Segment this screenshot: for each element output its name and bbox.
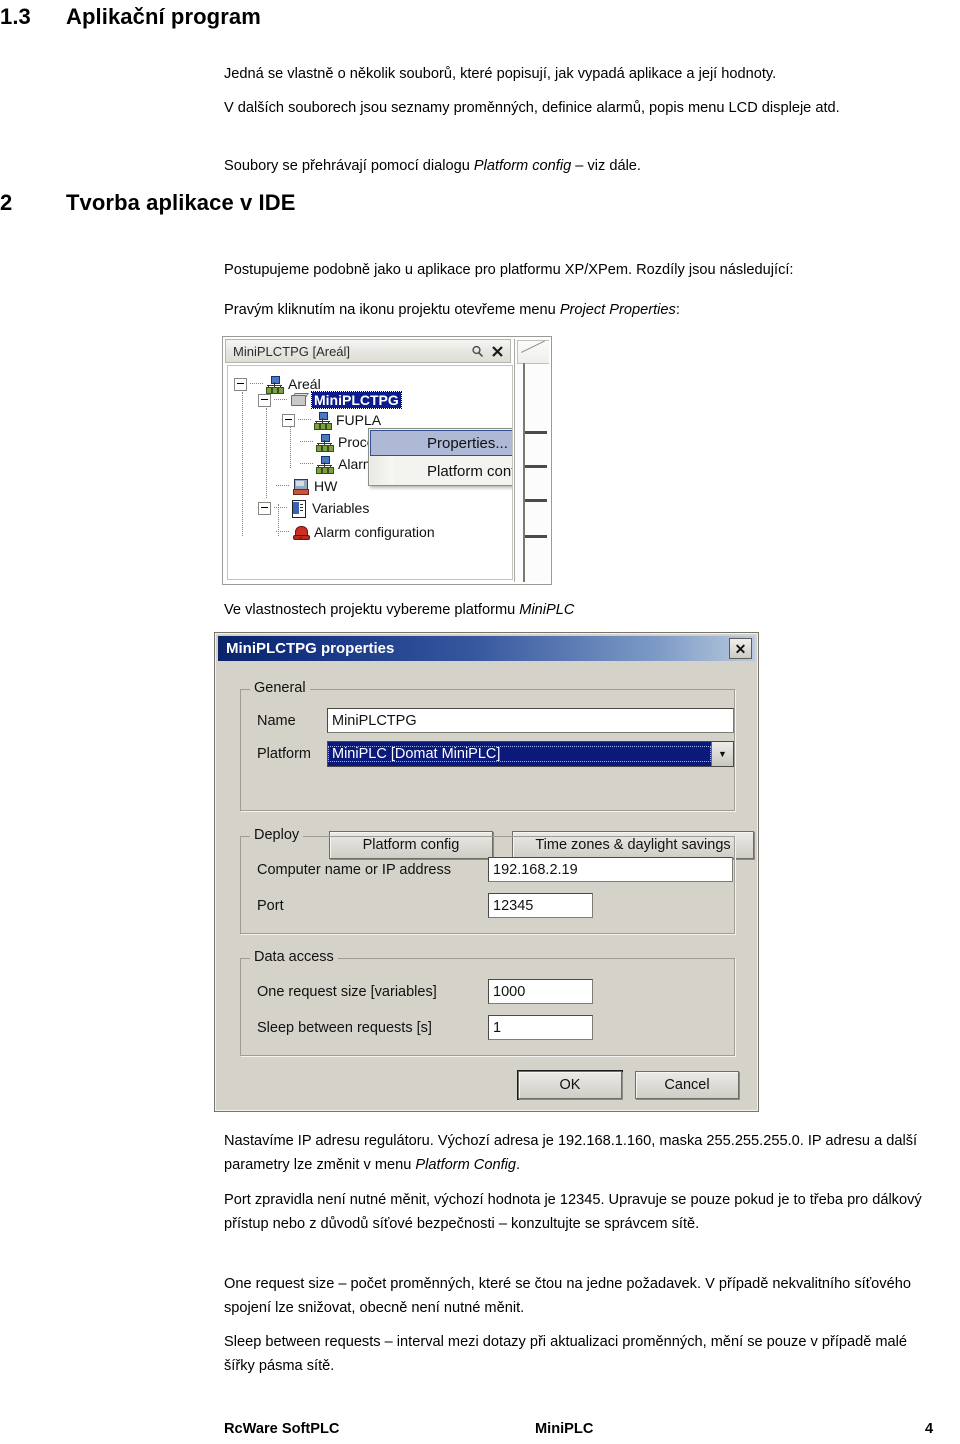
- context-menu-item-label: Properties...: [427, 434, 508, 452]
- text-run: Soubory se přehrávají pomocí dialogu: [224, 158, 474, 174]
- emphasis-miniplc: MiniPLC: [519, 602, 575, 618]
- tree-connector: [266, 408, 268, 498]
- project-context-menu[interactable]: Properties... Platform config: [368, 428, 512, 486]
- emphasis-platform-config: Platform config: [473, 158, 572, 174]
- tree-connector: [242, 392, 244, 536]
- request-size-input[interactable]: 1000: [488, 979, 593, 1004]
- paragraph-request-size: One request size – počet proměnných, kte…: [224, 1276, 911, 1316]
- project-tree[interactable]: Areál MiniPLCTPG FUPLA Procesy Alarmy HW…: [227, 365, 513, 580]
- plc-icon: [289, 392, 309, 408]
- footer-product-name: RcWare SoftPLC: [224, 1421, 340, 1437]
- footer-device-name: MiniPLC: [535, 1421, 594, 1437]
- tree-item-variables[interactable]: Variables: [258, 498, 369, 518]
- text-run: – viz dále.: [571, 158, 641, 174]
- paragraph-port: Port zpravidla není nutné měnit, výchozí…: [224, 1192, 922, 1232]
- hardware-icon: [291, 478, 309, 495]
- collapse-toggle-icon[interactable]: [258, 393, 271, 407]
- host-input[interactable]: 192.168.2.19: [488, 857, 733, 882]
- tree-item-label: Alarm configuration: [314, 524, 435, 540]
- paragraph-intro: Jedná se vlastně o několik souborů, kter…: [224, 66, 777, 82]
- pin-icon[interactable]: [469, 343, 486, 360]
- text-run: Ve vlastnostech projektu vybereme platfo…: [224, 602, 520, 618]
- data-access-groupbox: Data access One request size [variables]…: [240, 949, 735, 1056]
- name-label: Name: [257, 713, 296, 729]
- paragraph-select-platform: Ve vlastnostech projektu vybereme platfo…: [224, 598, 924, 622]
- context-menu-item-properties[interactable]: Properties...: [370, 430, 512, 456]
- tree-item-fupla[interactable]: FUPLA: [282, 410, 381, 430]
- platform-label: Platform: [257, 746, 311, 762]
- deploy-group-title: Deploy: [250, 827, 304, 843]
- collapse-toggle-icon[interactable]: [234, 377, 247, 391]
- bell-icon: [291, 524, 310, 540]
- close-icon[interactable]: [489, 343, 506, 360]
- tree-item-label: MiniPLCTPG: [311, 391, 402, 409]
- network-icon: [315, 456, 334, 474]
- variables-icon: [289, 500, 307, 518]
- text-run: .: [516, 1157, 521, 1173]
- tree-panel-titlebar: MiniPLCTPG [Areál]: [225, 339, 511, 363]
- section-heading-1-3: 1.3 Aplikační program: [0, 4, 261, 30]
- section-number: 2: [0, 190, 13, 215]
- tree-item-label: HW: [314, 478, 338, 494]
- name-input[interactable]: MiniPLCTPG: [327, 708, 734, 733]
- ok-button[interactable]: OK: [518, 1071, 622, 1099]
- section-heading-2: 2 Tvorba aplikace v IDE: [0, 190, 296, 216]
- chevron-down-icon[interactable]: ▼: [711, 742, 733, 766]
- section-title: Aplikační program: [66, 4, 261, 29]
- tree-item-alarm-configuration[interactable]: Alarm configuration: [276, 522, 435, 542]
- paragraph-project-properties: Pravým kliknutím na ikonu projektu otevř…: [224, 298, 924, 322]
- text-run: Nastavíme IP adresu regulátoru. Výchozí …: [224, 1133, 918, 1173]
- tree-item-hw[interactable]: HW: [276, 476, 337, 496]
- tree-item-miniplctpg[interactable]: MiniPLCTPG: [258, 390, 402, 410]
- miniplctpg-properties-dialog: MiniPLCTPG properties ✕ General Name Min…: [214, 632, 759, 1112]
- context-menu-item-platform-config[interactable]: Platform config: [369, 457, 512, 485]
- section-number: 1.3: [0, 4, 31, 29]
- platform-combobox[interactable]: MiniPLC [Domat MiniPLC] ▼: [327, 741, 734, 767]
- general-group-title: General: [250, 680, 310, 696]
- port-input[interactable]: 12345: [488, 893, 593, 918]
- paragraph-xp-xpem: Postupujeme podobně jako u aplikace pro …: [224, 262, 794, 278]
- close-icon[interactable]: ✕: [729, 638, 752, 659]
- section-title: Tvorba aplikace v IDE: [66, 190, 296, 215]
- platform-combobox-value: MiniPLC [Domat MiniPLC]: [328, 746, 711, 762]
- port-label: Port: [257, 898, 284, 914]
- network-icon: [315, 434, 334, 452]
- footer-page-number: 4: [925, 1421, 934, 1437]
- paragraph-platform-config: Soubory se přehrávají pomocí dialogu Pla…: [224, 154, 924, 178]
- project-tree-screenshot: MiniPLCTPG [Areál] Areál MiniPLCTPG FUPL…: [222, 336, 552, 585]
- dialog-title: MiniPLCTPG properties: [226, 640, 395, 657]
- paragraph-files: V dalších souborech jsou seznamy proměnn…: [224, 100, 840, 116]
- collapse-toggle-icon[interactable]: [258, 501, 271, 515]
- emphasis-platform-config: Platform Config: [415, 1157, 516, 1173]
- emphasis-project-properties: Project Properties: [559, 302, 676, 318]
- general-groupbox: General Name MiniPLCTPG Platform MiniPLC…: [240, 680, 754, 859]
- collapse-toggle-icon[interactable]: [282, 413, 295, 427]
- sleep-label: Sleep between requests [s]: [257, 1020, 432, 1036]
- data-access-group-title: Data access: [250, 949, 338, 965]
- text-run: Pravým kliknutím na ikonu projektu otevř…: [224, 302, 560, 318]
- deploy-groupbox: Deploy Computer name or IP address 192.1…: [240, 827, 735, 934]
- tree-item-label: Variables: [312, 500, 370, 516]
- tree-panel-title: MiniPLCTPG [Areál]: [233, 343, 351, 359]
- dialog-titlebar: MiniPLCTPG properties ✕: [218, 636, 755, 661]
- context-menu-item-label: Platform config: [427, 462, 512, 480]
- paragraph-sleep-between: Sleep between requests – interval mezi d…: [224, 1334, 908, 1374]
- paragraph-ip-address: Nastavíme IP adresu regulátoru. Výchozí …: [224, 1129, 924, 1177]
- network-icon: [313, 412, 332, 430]
- tree-connector: [290, 424, 292, 468]
- adjacent-panel-sliver: [514, 339, 549, 582]
- sleep-input[interactable]: 1: [488, 1015, 593, 1040]
- request-size-label: One request size [variables]: [257, 984, 437, 1000]
- tree-item-label: FUPLA: [336, 412, 382, 428]
- host-label: Computer name or IP address: [257, 862, 451, 878]
- text-run: :: [675, 302, 680, 318]
- cancel-button[interactable]: Cancel: [635, 1071, 739, 1099]
